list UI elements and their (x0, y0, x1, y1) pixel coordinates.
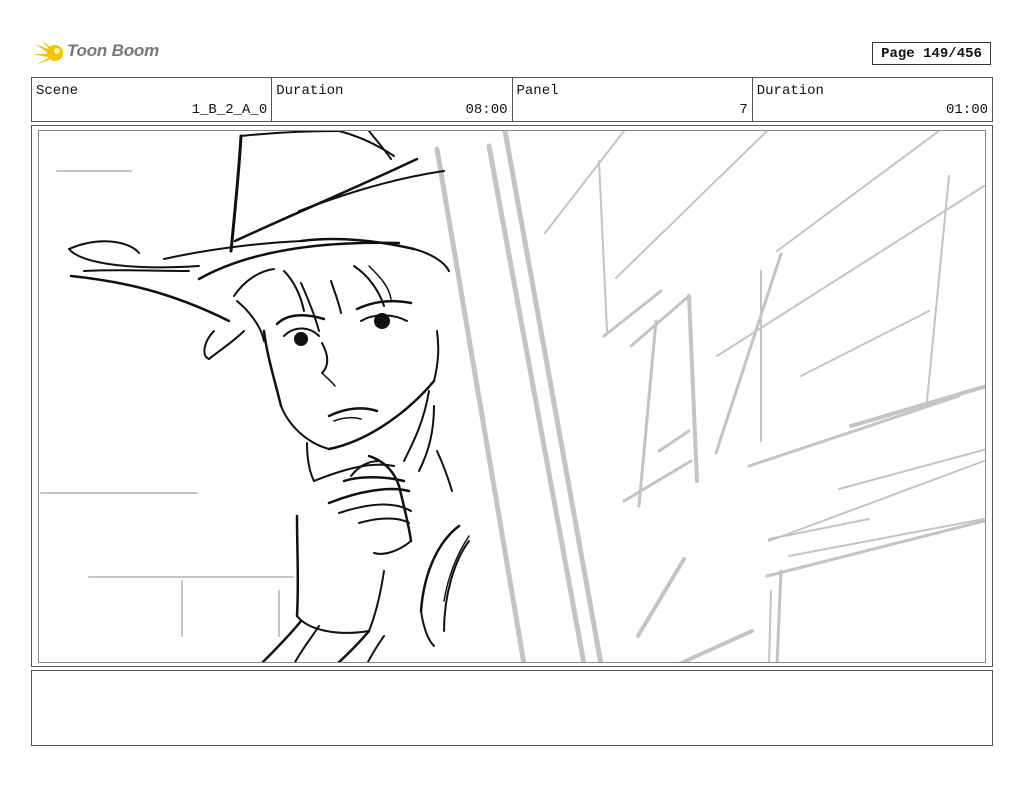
panel-info-header: Scene 1_B_2_A_0 Duration 08:00 Panel 7 D… (31, 77, 993, 122)
panel-notes-box (31, 670, 993, 746)
brand-name: Toon Boom (67, 41, 159, 60)
panel-cell: Panel 7 (513, 78, 753, 121)
panel-label: Panel (516, 83, 559, 99)
background-guide-lines (40, 131, 985, 662)
scene-value: 1_B_2_A_0 (191, 102, 268, 118)
comet-icon (33, 40, 63, 65)
toon-boom-logo: Toon Boom (33, 38, 163, 70)
scene-label: Scene (36, 83, 79, 99)
scene-duration-cell: Duration 08:00 (272, 78, 513, 121)
scene-duration-label: Duration (276, 83, 344, 99)
panel-duration-cell: Duration 01:00 (753, 78, 992, 121)
scene-cell: Scene 1_B_2_A_0 (32, 78, 273, 121)
storyboard-sketch (40, 131, 985, 662)
panel-drawing (38, 130, 986, 663)
panel-duration-value: 01:00 (945, 102, 988, 118)
scene-duration-value: 08:00 (465, 102, 508, 118)
panel-duration-label: Duration (756, 83, 824, 99)
character-sketch (68, 131, 470, 662)
panel-value: 7 (739, 102, 748, 118)
page-number: Page 149/456 (872, 42, 991, 65)
